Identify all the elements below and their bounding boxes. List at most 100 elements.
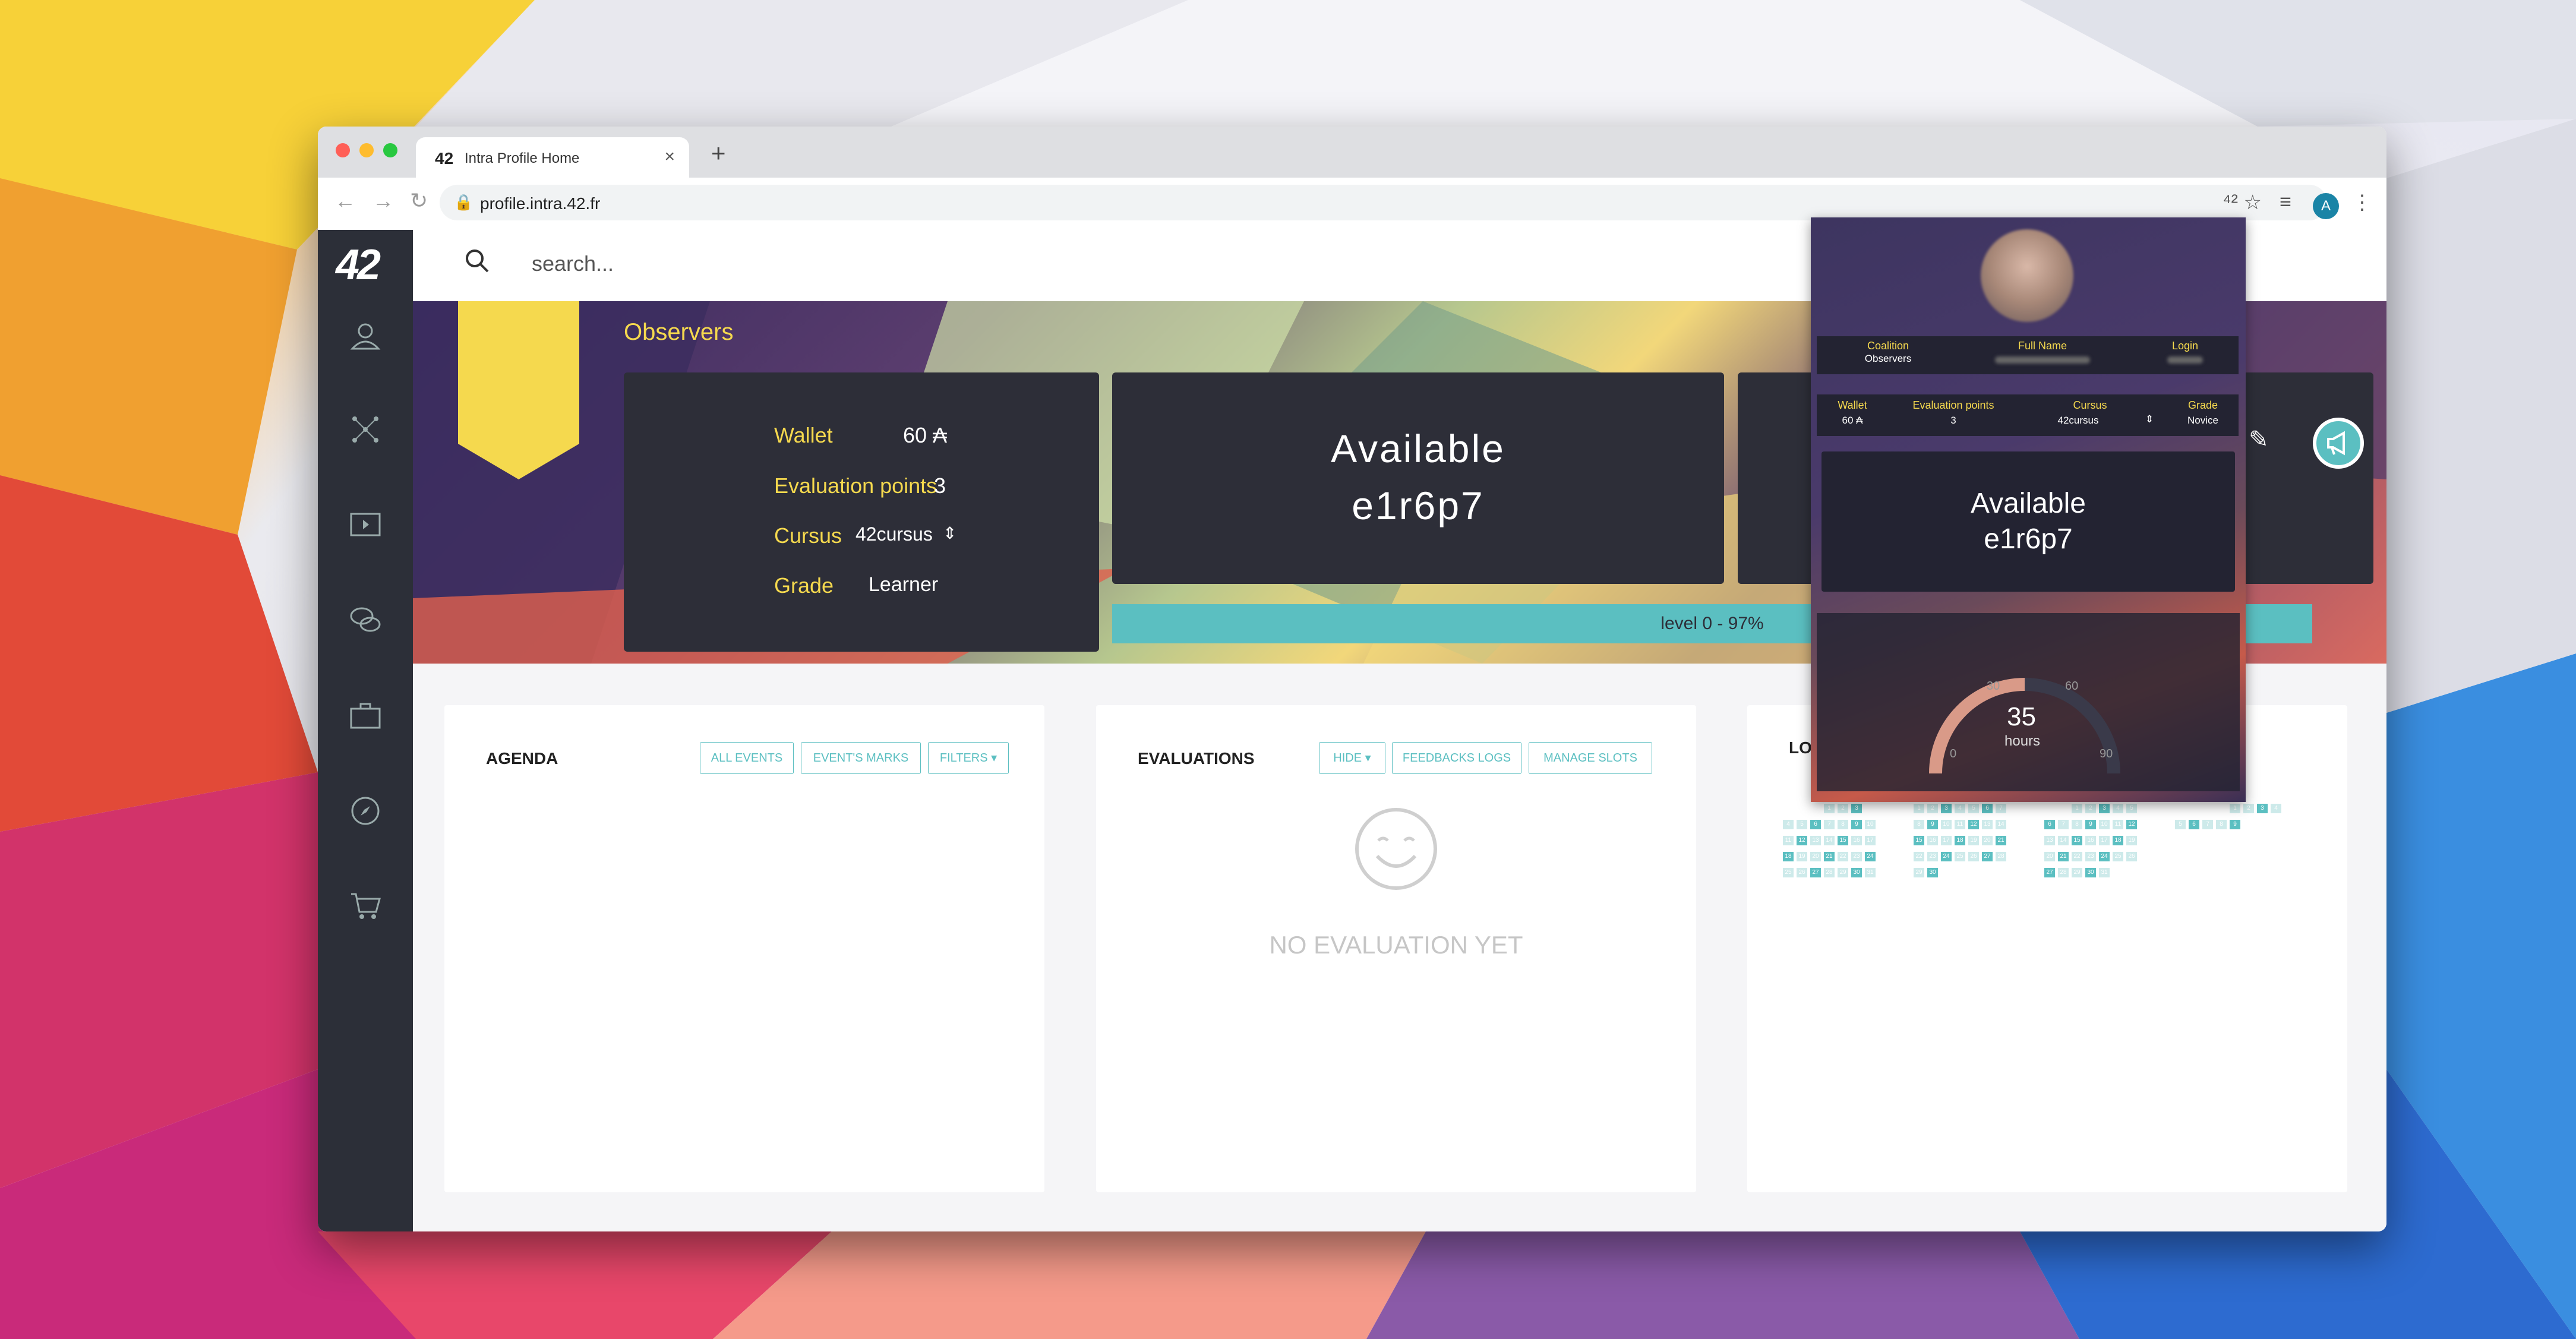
calendar-day: 9	[1851, 820, 1862, 829]
calendar-day: 19	[1968, 836, 1979, 845]
calendar-day: 6	[1810, 820, 1821, 829]
calendar-day: 28	[1824, 868, 1835, 877]
evaluations-panel: EVALUATIONS HIDE ▾ FEEDBACKS LOGS MANAGE…	[1096, 705, 1696, 1192]
popup-identity-row: Coalition Observers Full Name Login	[1817, 336, 2239, 374]
calendar-day: 6	[2044, 820, 2055, 829]
feedbacks-logs-button[interactable]: FEEDBACKS LOGS	[1392, 742, 1521, 774]
filters-button[interactable]: FILTERS ▾	[928, 742, 1009, 774]
events-marks-button[interactable]: EVENT'S MARKS	[801, 742, 921, 774]
calendar-day: 4	[2271, 804, 2281, 813]
calendar-day: 5	[2126, 804, 2137, 813]
no-evaluation-text: NO EVALUATION YET	[1269, 931, 1523, 959]
new-tab-button[interactable]: +	[711, 141, 726, 166]
cursus-select[interactable]: 42cursus	[855, 523, 933, 545]
calendar-day: 29	[1914, 868, 1924, 877]
forward-icon[interactable]: →	[372, 188, 394, 213]
calendar-day: 2	[1927, 804, 1938, 813]
gauge-tick-60: 60	[2065, 680, 2079, 693]
calendar-day: 15	[2072, 836, 2082, 845]
calendar-day: 15	[1914, 836, 1924, 845]
calendar-day: 26	[2126, 852, 2137, 861]
user-icon[interactable]	[349, 319, 382, 352]
forum-icon[interactable]	[349, 603, 382, 636]
calendar-day: 8	[1914, 820, 1924, 829]
calendar-day: 23	[1927, 852, 1938, 861]
calendar-day: 23	[2085, 852, 2096, 861]
holygraph-icon[interactable]	[349, 413, 382, 446]
menu-kebab-icon[interactable]: ⋮	[2352, 191, 2372, 214]
calendar-day: 10	[1941, 820, 1952, 829]
cursus-label: Cursus	[774, 523, 842, 548]
hide-button[interactable]: HIDE ▾	[1319, 742, 1385, 774]
calendar-day: 4	[2113, 804, 2123, 813]
cursus-chevron-icon[interactable]: ⇕	[943, 523, 956, 543]
agenda-title: AGENDA	[486, 749, 558, 768]
profile-avatar[interactable]: A	[2313, 193, 2339, 219]
calendar-day: 19	[1797, 852, 1807, 861]
calendar-day: 20	[1982, 836, 1993, 845]
all-events-button[interactable]: ALL EVENTS	[700, 742, 794, 774]
calendar-day: 21	[2058, 852, 2069, 861]
url-text: profile.intra.42.fr	[480, 194, 601, 213]
calendar-day: 29	[2072, 868, 2082, 877]
tab-bar: 42 Intra Profile Home × +	[318, 127, 2386, 178]
search-input[interactable]: search...	[532, 251, 614, 276]
calendar-day: 30	[2085, 868, 2096, 877]
compass-icon[interactable]	[349, 794, 382, 828]
calendar-day: 21	[1824, 852, 1835, 861]
calendar-day: 29	[1838, 868, 1848, 877]
popup-hours-card: 0 30 60 90 35 hours	[1817, 613, 2240, 791]
calendar-day: 25	[2113, 852, 2123, 861]
calendar-day: 14	[2058, 836, 2069, 845]
reload-icon[interactable]: ↻	[410, 188, 428, 213]
calendar-day: 7	[2202, 820, 2213, 829]
maximize-window-button[interactable]	[383, 143, 397, 157]
reading-list-icon[interactable]: ≡	[2280, 191, 2291, 214]
user-avatar	[1981, 229, 2073, 322]
back-icon[interactable]: ←	[334, 188, 356, 213]
calendar-day: 7	[2058, 820, 2069, 829]
wallet-label: Wallet	[774, 423, 833, 447]
browser-tab[interactable]: 42 Intra Profile Home ×	[416, 137, 689, 178]
calendar-day: 9	[1927, 820, 1938, 829]
coalition-flag	[458, 301, 579, 479]
calendar-day: 25	[1783, 868, 1794, 877]
calendar-day: 10	[1865, 820, 1876, 829]
url-field[interactable]: 🔒 profile.intra.42.fr ☆	[440, 185, 2327, 220]
manage-slots-button[interactable]: MANAGE SLOTS	[1529, 742, 1652, 774]
popup-login-value-blurred	[2167, 356, 2203, 364]
close-window-button[interactable]	[336, 143, 350, 157]
calendar-day: 13	[2044, 836, 2055, 845]
announcements-button[interactable]	[2313, 418, 2364, 469]
popup-cursus-chevron-icon[interactable]: ⇕	[2143, 413, 2155, 425]
location-card: Available e1r6p7	[1112, 372, 1724, 584]
close-tab-icon[interactable]: ×	[664, 147, 675, 167]
calendar-day: 8	[2072, 820, 2082, 829]
popup-wallet-value: 60 ₳	[1842, 415, 1863, 426]
calendar-day: 1	[1824, 804, 1835, 813]
calendar-day: 7	[1996, 804, 2006, 813]
calendar-day: 30	[1927, 868, 1938, 877]
elearning-icon[interactable]	[349, 508, 382, 541]
logo-42[interactable]: 42	[336, 241, 381, 289]
minimize-window-button[interactable]	[359, 143, 374, 157]
companies-icon[interactable]	[349, 699, 382, 732]
edit-pencil-icon[interactable]: ✎	[2249, 426, 2269, 453]
popup-eval-label: Evaluation points	[1912, 399, 1994, 411]
extension-42-icon[interactable]: ⁴²	[2223, 191, 2238, 214]
popup-cursus-label: Cursus	[2073, 399, 2107, 411]
calendar-day: 30	[1851, 868, 1862, 877]
calendar-day: 9	[2085, 820, 2096, 829]
calendar-day: 31	[2099, 868, 2110, 877]
search-icon[interactable]	[464, 248, 490, 274]
bookmark-star-icon[interactable]: ☆	[2244, 191, 2262, 214]
calendar-day: 15	[1838, 836, 1848, 845]
calendar-day: 1	[2230, 804, 2240, 813]
popup-grade-label: Grade	[2187, 399, 2218, 411]
popup-seat-location: e1r6p7	[1984, 523, 2073, 555]
calendar-day: 18	[1955, 836, 1965, 845]
coalition-name: Observers	[624, 319, 734, 345]
popup-cursus-select[interactable]: 42cursus	[2037, 415, 2120, 427]
calendar-day: 28	[1996, 852, 2006, 861]
shop-cart-icon[interactable]	[349, 889, 382, 923]
